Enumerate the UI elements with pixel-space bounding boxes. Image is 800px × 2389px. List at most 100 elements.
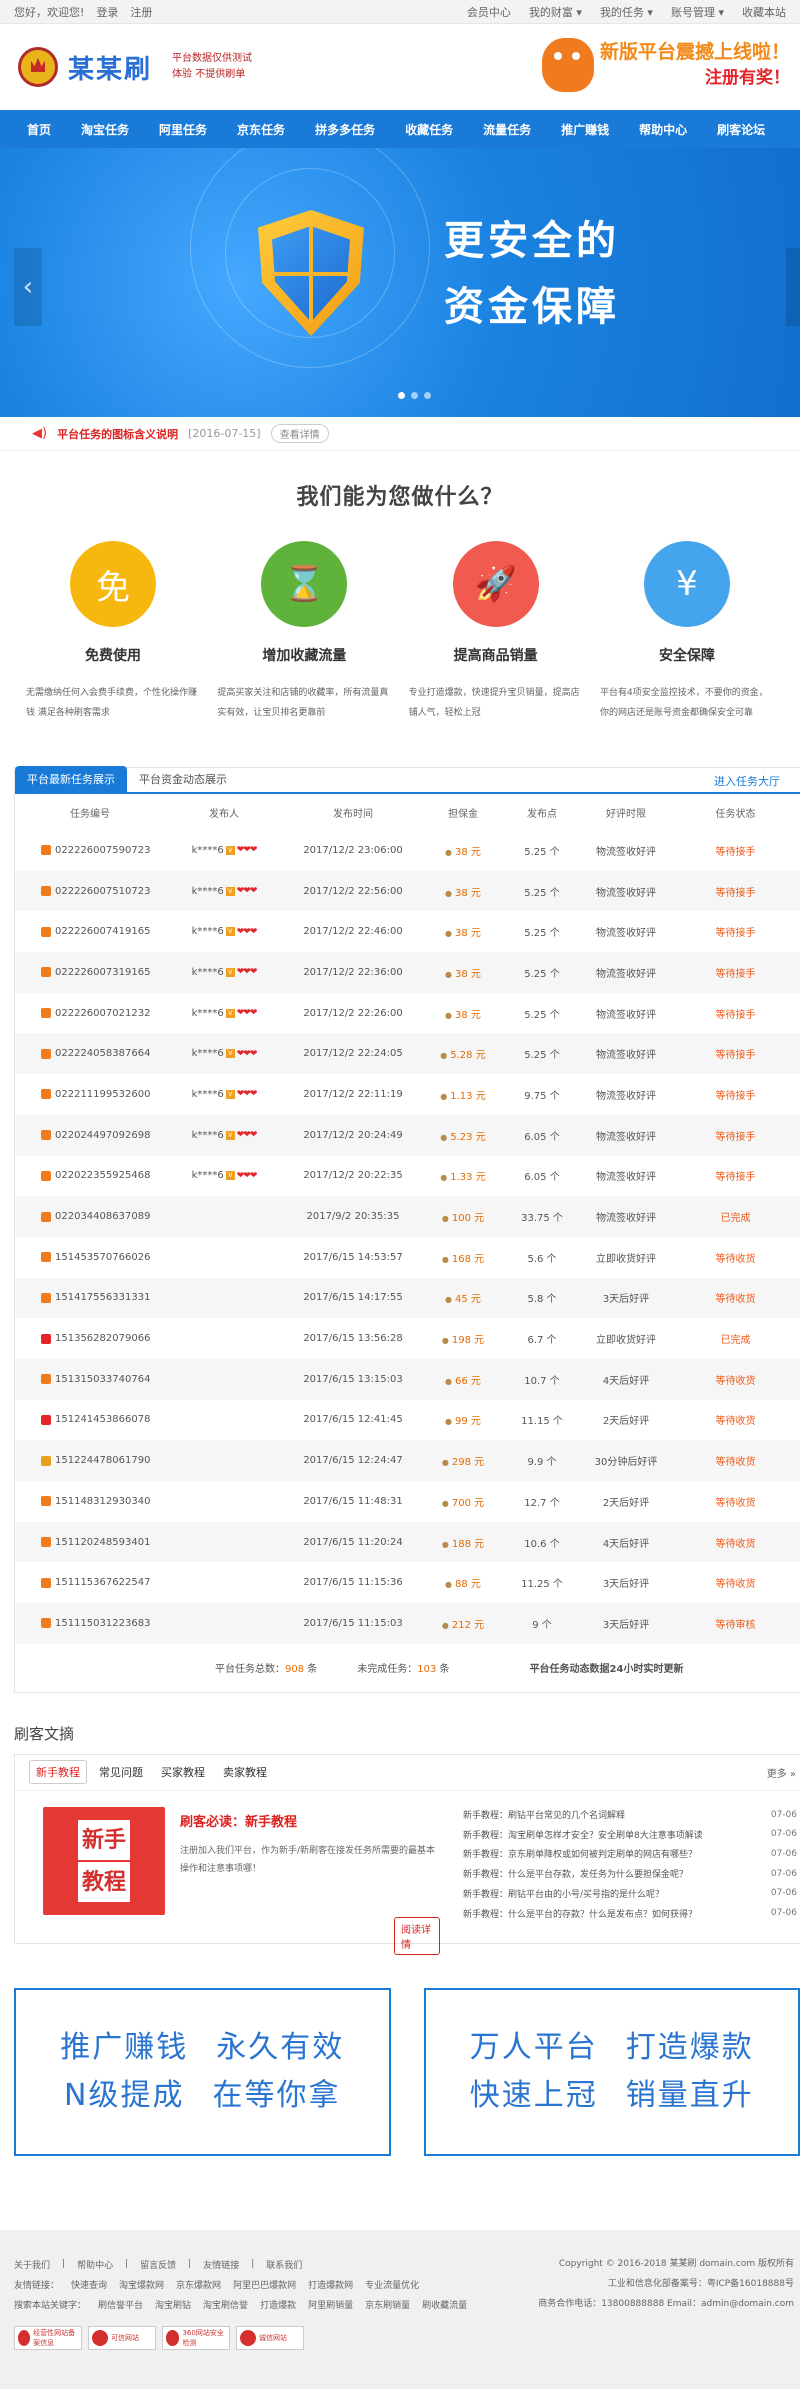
task-status[interactable]: 等待收货 [671, 1277, 800, 1319]
list-item[interactable]: 新手教程：刷钻平台常见的几个名词解释 07-06 [463, 1805, 800, 1825]
table-row[interactable]: 022022355925468 k****6 V ❤❤❤ 2017/12/2 20:22… [15, 1156, 800, 1197]
task-status[interactable]: 等待收货 [671, 1358, 800, 1400]
table-row[interactable]: 151115367622547 2017/6/15 11:15:36 88 元 11.… [15, 1562, 800, 1603]
footer-help[interactable]: 帮助中心 [77, 2258, 113, 2271]
keyword-link[interactable]: 刷信誉平台 [98, 2298, 143, 2311]
keyword-link[interactable]: 京东刷销量 [365, 2298, 410, 2311]
tab-faq[interactable]: 常见问题 [93, 1761, 149, 1783]
table-row[interactable]: 022211199532600 k****6 V ❤❤❤ 2017/12/2 22:11… [15, 1074, 800, 1115]
task-status[interactable]: 等待接手 [671, 1074, 800, 1115]
newbie-tutorial-image[interactable]: 新手 教程 [43, 1806, 165, 1915]
bookmark-link[interactable]: 收藏本站 [742, 4, 786, 20]
task-status[interactable]: 等待接手 [671, 952, 800, 993]
footer-feedback[interactable]: 留言反馈 [140, 2258, 176, 2271]
account-manage-menu[interactable]: 账号管理 ▾ [671, 4, 724, 20]
table-row[interactable]: 022224058387664 k****6 V ❤❤❤ 2017/12/2 22:24… [15, 1033, 800, 1075]
footer-contact[interactable]: 联系我们 [266, 2258, 302, 2271]
task-status[interactable]: 等待收货 [671, 1237, 800, 1278]
carousel-dot[interactable] [398, 392, 405, 399]
enter-task-hall-link[interactable]: 进入任务大厅 [714, 773, 780, 789]
site-logo[interactable]: 某某刷 平台数据仅供测试 体验 不提供刷单 [18, 47, 252, 87]
friend-link[interactable]: 打造爆款网 [308, 2278, 353, 2291]
task-status[interactable]: 已完成 [671, 1318, 800, 1359]
promote-earn-ad[interactable]: 推广赚钱 永久有效 N级提成 在等你拿 [14, 1987, 391, 2156]
notice-title[interactable]: 平台任务的图标含义说明 [57, 426, 178, 442]
task-status[interactable]: 等待收货 [671, 1481, 800, 1522]
nav-favorite-tasks[interactable]: 收藏任务 [390, 121, 468, 138]
read-more-button[interactable]: 阅读详情 [394, 1916, 440, 1955]
platform-ad[interactable]: 万人平台 打造爆款 快速上冠 销量直升 [423, 1987, 800, 2156]
list-item[interactable]: 新手教程：什么是平台的存款？什么是发布点？如何获得？ 07-06 [463, 1903, 800, 1923]
friend-link[interactable]: 快速查询 [71, 2278, 107, 2291]
footer-friend-links[interactable]: 友情链接 [203, 2258, 239, 2271]
task-status[interactable]: 等待接手 [671, 1114, 800, 1156]
task-status[interactable]: 等待收货 [671, 1521, 800, 1563]
task-status[interactable]: 等待审核 [671, 1603, 800, 1644]
nav-home[interactable]: 首页 [12, 121, 66, 138]
task-status[interactable]: 已完成 [671, 1196, 800, 1237]
task-status[interactable]: 等待收货 [671, 1400, 800, 1441]
trust-badge[interactable]: 360网站安全检测 [162, 2326, 230, 2350]
nav-jd-tasks[interactable]: 京东任务 [222, 121, 300, 138]
keyword-link[interactable]: 阿里刷销量 [308, 2298, 353, 2311]
friend-link[interactable]: 京东爆款网 [176, 2278, 221, 2291]
my-wealth-menu[interactable]: 我的财富 ▾ [529, 4, 582, 20]
promo-banner[interactable]: 新版平台震撼上线啦！ 注册有奖！ [541, 38, 790, 92]
task-status[interactable]: 等待接手 [671, 830, 800, 871]
hero-banner[interactable]: 更安全的 资金保障 ‹ [0, 148, 800, 417]
hero-next-arrow-icon[interactable] [786, 248, 800, 326]
carousel-dot[interactable] [411, 392, 418, 399]
my-tasks-menu[interactable]: 我的任务 ▾ [600, 4, 653, 20]
nav-help[interactable]: 帮助中心 [624, 121, 702, 138]
list-item[interactable]: 新手教程：京东刷单降权或如何被判定刷单的网店有哪些？ 07-06 [463, 1844, 800, 1864]
register-link[interactable]: 注册 [130, 4, 152, 20]
table-row[interactable]: 022226007021232 k****6 V ❤❤❤ 2017/12/2 22:26… [15, 993, 800, 1034]
nav-pdd-tasks[interactable]: 拼多多任务 [300, 121, 390, 138]
keyword-link[interactable]: 刷收藏流量 [422, 2298, 467, 2311]
trust-badge[interactable]: 诚信网站 [236, 2326, 304, 2350]
table-row[interactable]: 151356282079066 2017/6/15 13:56:28 198 元 6.… [15, 1318, 800, 1359]
footer-about[interactable]: 关于我们 [14, 2258, 50, 2271]
table-row[interactable]: 151315033740764 2017/6/15 13:15:0366 元10.… [15, 1358, 800, 1400]
login-link[interactable]: 登录 [96, 4, 118, 20]
nav-forum[interactable]: 刷客论坛 [702, 121, 780, 138]
keyword-link[interactable]: 淘宝刷钻 [155, 2298, 191, 2311]
articles-more-link[interactable]: 更多 » [767, 1765, 796, 1780]
tab-seller[interactable]: 卖家教程 [217, 1761, 273, 1783]
table-row[interactable]: 151241453866078 2017/6/15 12:41:45 99 元 11.… [15, 1400, 800, 1441]
nav-promote[interactable]: 推广赚钱 [546, 121, 624, 138]
task-status[interactable]: 等待收货 [671, 1440, 800, 1481]
list-item[interactable]: 新手教程：刷钻平台由的小号/买号指的是什么呢？ 07-06 [463, 1884, 800, 1904]
task-status[interactable]: 等待接手 [671, 911, 800, 952]
table-row[interactable]: 022024497092698 k****6 V ❤❤❤ 2017/12/2 20:24… [15, 1114, 800, 1156]
friend-link[interactable]: 阿里巴巴爆款网 [233, 2278, 296, 2291]
tab-buyer[interactable]: 买家教程 [155, 1761, 211, 1783]
hero-prev-arrow-icon[interactable]: ‹ [14, 248, 42, 326]
nav-ali-tasks[interactable]: 阿里任务 [144, 121, 222, 138]
featured-article-title[interactable]: 刷客必读：新手教程 [180, 1811, 440, 1830]
task-status[interactable]: 等待接手 [671, 870, 800, 912]
list-item[interactable]: 新手教程：什么是平台存款，发任务为什么要担保金呢？ 07-06 [463, 1864, 800, 1884]
table-row[interactable]: 022226007419165 k****6 V ❤❤❤ 2017/12/2 22:46… [15, 911, 800, 952]
table-row[interactable]: 151453570766026 2017/6/15 14:53:57 168 元 5.… [15, 1237, 800, 1278]
friend-link[interactable]: 淘宝爆款网 [119, 2278, 164, 2291]
tab-fund-dynamics[interactable]: 平台资金动态展示 [127, 766, 239, 792]
table-row[interactable]: 022226007510723 k****6 V ❤❤❤ 2017/12/2 22:56… [15, 870, 800, 912]
friend-link[interactable]: 专业流量优化 [365, 2278, 419, 2291]
table-row[interactable]: 151120248593401 2017/6/15 11:20:24188 元10… [15, 1521, 800, 1563]
trust-badge[interactable]: 可信网站 [88, 2326, 156, 2350]
tab-latest-tasks[interactable]: 平台最新任务展示 [15, 766, 127, 792]
notice-more-button[interactable]: 查看详情 [270, 424, 329, 443]
nav-traffic-tasks[interactable]: 流量任务 [468, 121, 546, 138]
task-status[interactable]: 等待接手 [671, 1033, 800, 1075]
task-status[interactable]: 等待接手 [671, 993, 800, 1034]
keyword-link[interactable]: 打造爆款 [260, 2298, 296, 2311]
list-item[interactable]: 新手教程：淘宝刷单怎样才安全？安全刷单8大注意事项解读 07-06 [463, 1824, 800, 1844]
carousel-dot[interactable] [424, 392, 431, 399]
member-center-link[interactable]: 会员中心 [467, 4, 511, 20]
keyword-link[interactable]: 淘宝刷信誉 [203, 2298, 248, 2311]
tab-newbie[interactable]: 新手教程 [29, 1760, 87, 1785]
table-row[interactable]: 022226007319165 k****6 V ❤❤❤ 2017/12/2 22:36… [15, 952, 800, 993]
table-row[interactable]: 151417556331331 2017/6/15 14:17:5545 元5.8… [15, 1277, 800, 1319]
task-status[interactable]: 等待接手 [671, 1156, 800, 1197]
